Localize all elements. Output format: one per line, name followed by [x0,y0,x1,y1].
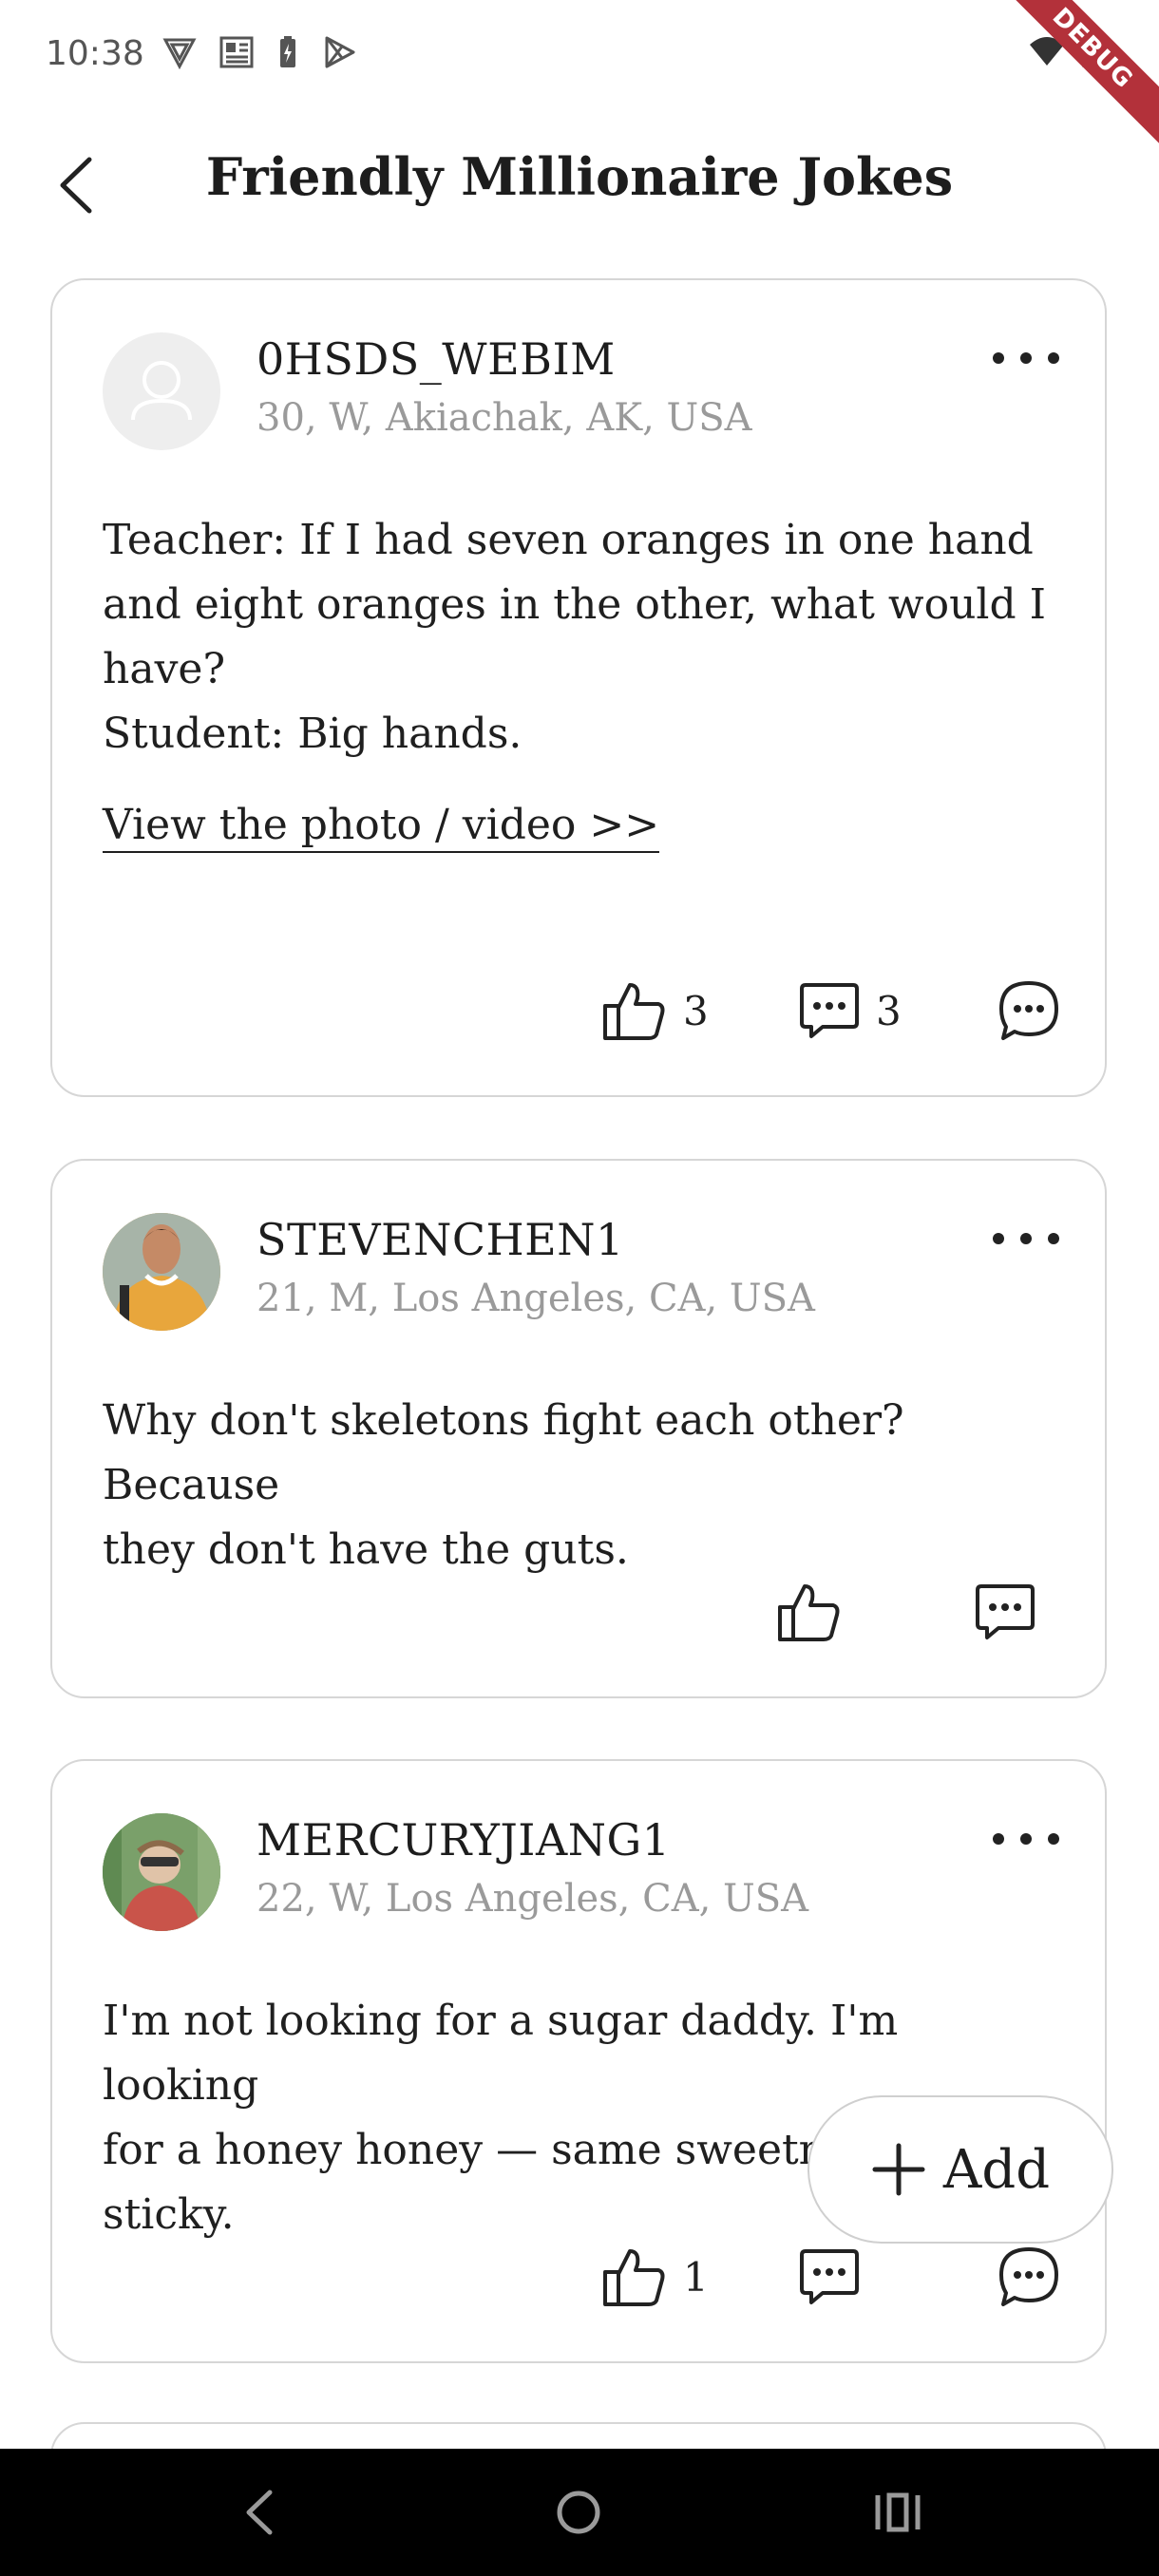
post-card[interactable]: MERCURYJIANG1 22, W, Los Angeles, CA, US… [50,1759,1107,2363]
system-nav-bar [0,2449,1159,2576]
post-text: Why don't skeletons fight each other?Bec… [103,1396,904,1574]
more-options-button[interactable] [993,339,1059,377]
chat-bubble-icon [999,981,1058,1040]
comments-button[interactable] [798,2247,861,2306]
post-username[interactable]: MERCURYJIANG1 [256,1814,670,1866]
like-count: 3 [683,987,709,1034]
comment-box-icon [800,983,859,1038]
more-options-button[interactable] [993,1220,1059,1258]
nav-recents-button[interactable] [864,2482,931,2543]
status-time: 10:38 [46,34,144,73]
chat-button[interactable] [998,979,1060,1042]
comments-button[interactable] [974,1582,1036,1641]
comment-box-icon [800,2249,859,2304]
post-username[interactable]: STEVENCHEN1 [256,1214,624,1265]
page-title: Friendly Millionaire Jokes [205,146,954,207]
more-options-button[interactable] [993,1820,1059,1858]
play-store-icon [325,36,355,68]
nav-home-icon [557,2491,600,2534]
comment-count: 3 [876,987,902,1034]
screen: 10:38 DEBUG Friendly Millionaire Jokes 0… [0,0,1159,2576]
comment-box-icon [976,1584,1035,1639]
avatar[interactable] [103,1213,220,1331]
view-media-link[interactable]: View the photo / video >> [103,801,660,853]
like-count: 1 [683,2253,709,2301]
thumbs-up-icon [778,1584,840,1641]
nav-back-icon [246,2490,273,2535]
post-meta: 22, W, Los Angeles, CA, USA [256,1877,809,1921]
status-bar: 10:38 DEBUG [0,0,1159,170]
nav-recents-icon [875,2492,921,2532]
chat-button[interactable] [998,2245,1060,2308]
post-meta: 30, W, Akiachak, AK, USA [256,396,752,440]
profile-photo [103,1813,220,1931]
nav-home-button[interactable] [545,2482,612,2543]
plus-icon [872,2143,925,2196]
profile-photo [103,1213,220,1331]
like-button[interactable]: 3 [601,979,709,1042]
vpn-shield-icon [162,38,197,70]
user-icon [131,361,192,421]
post-card[interactable]: 0HSDS_WEBIM 30, W, Akiachak, AK, USA Tea… [50,278,1107,1097]
add-post-button[interactable]: Add [808,2095,1113,2244]
avatar-placeholder[interactable] [103,332,220,450]
thumbs-up-icon [603,983,665,1040]
nav-back-button[interactable] [226,2482,293,2543]
battery-charging-icon [280,36,295,67]
post-card[interactable]: STEVENCHEN1 21, M, Los Angeles, CA, USA … [50,1159,1107,1698]
comments-button[interactable]: 3 [798,981,902,1040]
news-icon [219,36,254,68]
app-header: Friendly Millionaire Jokes [0,123,1159,237]
post-text: Teacher: If I had seven oranges in one h… [103,516,1047,758]
post-username[interactable]: 0HSDS_WEBIM [256,333,616,385]
avatar[interactable] [103,1813,220,1931]
status-icons [162,34,357,70]
like-button[interactable] [776,1581,843,1643]
like-button[interactable]: 1 [601,2245,709,2308]
add-button-label: Add [942,2138,1051,2201]
post-meta: 21, M, Los Angeles, CA, USA [256,1277,815,1320]
chat-bubble-icon [999,2247,1058,2306]
thumbs-up-icon [603,2249,665,2306]
